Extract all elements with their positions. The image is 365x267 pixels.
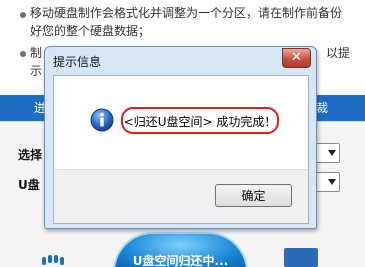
- dialog-body: <归还U盘空间> 成功完成！ 确定: [53, 75, 309, 224]
- bullet-icon: [20, 51, 26, 57]
- notice-line-2: 好您的整个硬盘数据；: [30, 24, 151, 38]
- chevron-down-icon: [328, 150, 336, 156]
- info-icon: [90, 108, 114, 132]
- progress-button-label: U盘空间归还中...: [132, 254, 229, 267]
- notice-line-1: 移动硬盘制作会格式化并调整为一个分区，请在制作前备份: [30, 6, 343, 20]
- paw-icon: [42, 255, 64, 267]
- notice-line-3-left: 制: [30, 46, 43, 60]
- dialog-title: 提示信息: [53, 55, 102, 69]
- bullet-icon: [20, 12, 26, 18]
- progress-button[interactable]: U盘空间归还中...: [113, 232, 248, 267]
- close-icon: ✕: [291, 50, 302, 65]
- chevron-down-icon: [328, 179, 336, 185]
- message-highlight: <归还U盘空间> 成功完成！: [121, 107, 279, 134]
- notice-line-4-left: 示: [30, 64, 43, 78]
- notice-line-3-right: 以提: [326, 46, 351, 60]
- dialog-message: <归还U盘空间> 成功完成！: [123, 115, 277, 129]
- field-label-udisk: U盘: [18, 178, 40, 192]
- close-button[interactable]: ✕: [282, 48, 311, 68]
- field-label-drive: 选择: [18, 148, 43, 162]
- ok-button[interactable]: 确定: [215, 184, 292, 207]
- info-dialog: 提示信息 ✕ <归还U盘空间> 成功完成！ 确定: [44, 46, 317, 229]
- side-button[interactable]: [284, 248, 318, 267]
